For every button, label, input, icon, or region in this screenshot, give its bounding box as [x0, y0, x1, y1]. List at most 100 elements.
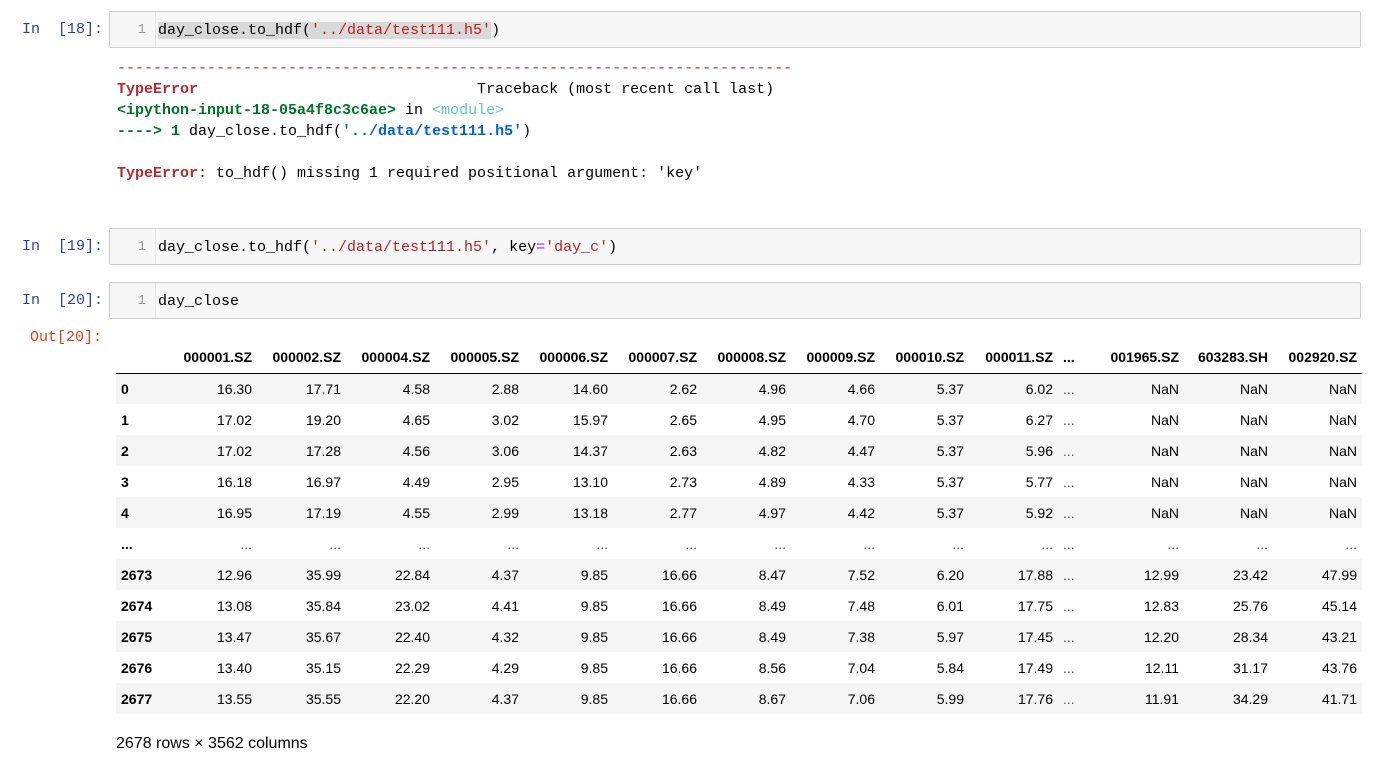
table-cell: ...: [1063, 504, 1075, 521]
table-cell: 34.29: [1232, 690, 1268, 707]
column-header: 000008.SZ: [702, 342, 791, 374]
table-row: 2673 12.96 35.99 22.84 4.37 9.85 16.66 8.47 7.52…: [116, 559, 1362, 590]
column-header: ...: [1058, 342, 1095, 374]
table-cell: 12.96: [216, 566, 252, 583]
code-line[interactable]: day_close.to_hdf('../data/test111.h5'): [158, 12, 500, 47]
table-row: 3 16.18 16.97 4.49 2.95 13.10 2.73 4.89 4.33 5.37…: [116, 466, 1362, 497]
table-cell: NaN: [1239, 411, 1268, 428]
table-cell: 23.42: [1232, 566, 1268, 583]
table-cell: ...: [596, 535, 608, 552]
code-string: '../data/test111.h5': [311, 22, 492, 39]
error-type: TypeError: [117, 81, 199, 98]
table-cell: NaN: [1328, 473, 1357, 490]
table-cell: 9.85: [580, 628, 608, 645]
table-cell: ...: [1063, 659, 1075, 676]
table-cell: NaN: [1239, 473, 1268, 490]
table-cell: 4.70: [847, 411, 875, 428]
table-cell: 47.99: [1321, 566, 1357, 583]
error-traceback: ----------------------------------------…: [117, 58, 792, 184]
table-cell: 22.40: [394, 628, 430, 645]
table-cell: 16.66: [661, 566, 697, 583]
traceback-arrow: ----> 1: [117, 123, 190, 140]
table-cell: 2.65: [669, 411, 697, 428]
column-header: 001965.SZ: [1095, 342, 1184, 374]
input-prompt-20: In [20]:: [22, 292, 104, 309]
table-cell: 4.32: [491, 628, 519, 645]
table-cell: ...: [1063, 628, 1075, 645]
table-cell: 13.10: [572, 473, 608, 490]
traceback-module: <module>: [432, 102, 505, 119]
table-cell: ...: [1063, 597, 1075, 614]
table-cell: 13.55: [216, 690, 252, 707]
table-cell: 13.08: [216, 597, 252, 614]
table-cell: 12.99: [1143, 566, 1179, 583]
table-cell: ...: [774, 535, 786, 552]
index-header: [116, 342, 168, 374]
code-string: 'day_c': [545, 239, 609, 256]
table-cell: 9.85: [580, 597, 608, 614]
error-message: : to_hdf() missing 1 required positional…: [198, 165, 703, 182]
table-cell: 41.71: [1321, 690, 1357, 707]
table-cell: 5.37: [936, 380, 964, 397]
row-index: 0: [121, 380, 129, 397]
row-index: 3: [121, 473, 129, 490]
gutter-divider: [155, 229, 156, 264]
table-cell: 4.65: [402, 411, 430, 428]
table-cell: 4.42: [847, 504, 875, 521]
traceback-input-ref: <ipython-input-18-05a4f8c3c6ae>: [117, 102, 397, 119]
gutter-divider: [155, 12, 156, 47]
table-cell: 4.66: [847, 380, 875, 397]
table-cell: 31.17: [1232, 659, 1268, 676]
input-prompt-18: In [18]:: [22, 21, 104, 38]
table-cell: 6.01: [936, 597, 964, 614]
code-token: day_close.to_hdf(: [158, 239, 312, 256]
table-cell: ...: [1041, 535, 1053, 552]
table-cell: ...: [952, 535, 964, 552]
code-cell-19[interactable]: 1 day_close.to_hdf('../data/test111.h5',…: [109, 228, 1361, 265]
table-cell: 6.27: [1025, 411, 1053, 428]
table-cell: 17.88: [1017, 566, 1053, 583]
table-cell: 16.18: [216, 473, 252, 490]
table-row: 2674 13.08 35.84 23.02 4.41 9.85 16.66 8.49 7.48…: [116, 590, 1362, 621]
code-line[interactable]: day_close: [158, 283, 239, 318]
traceback-title: Traceback (most recent call last): [198, 81, 775, 98]
table-cell: NaN: [1239, 442, 1268, 459]
table-cell: 19.20: [305, 411, 341, 428]
code-token: , key: [491, 239, 537, 256]
table-cell: 12.83: [1143, 597, 1179, 614]
table-row: 1 17.02 19.20 4.65 3.02 15.97 2.65 4.95 4.70 5.37…: [116, 404, 1362, 435]
code-cell-18[interactable]: 1 day_close.to_hdf('../data/test111.h5'): [109, 11, 1361, 48]
table-cell: ...: [863, 535, 875, 552]
row-index: 2676: [121, 659, 153, 676]
table-cell: 8.67: [758, 690, 786, 707]
table-cell: 5.37: [936, 411, 964, 428]
table-cell: ...: [1063, 473, 1075, 490]
traceback-code-close: ): [522, 123, 532, 140]
table-cell: 6.20: [936, 566, 964, 583]
line-number: 1: [137, 22, 146, 38]
table-cell: 7.52: [847, 566, 875, 583]
table-cell: 35.99: [305, 566, 341, 583]
table-cell: 4.49: [402, 473, 430, 490]
row-index: 4: [121, 504, 129, 521]
table-cell: NaN: [1150, 411, 1179, 428]
table-cell: 45.14: [1321, 597, 1357, 614]
table-cell: 16.66: [661, 597, 697, 614]
row-index: ...: [121, 535, 133, 552]
table-cell: NaN: [1150, 504, 1179, 521]
table-cell: 4.37: [491, 690, 519, 707]
table-cell: 5.99: [936, 690, 964, 707]
table-header-row: 000001.SZ 000002.SZ 000004.SZ 000005.SZ 0000…: [116, 342, 1362, 374]
code-line[interactable]: day_close.to_hdf('../data/test111.h5', k…: [158, 229, 617, 264]
table-cell: 5.77: [1025, 473, 1053, 490]
row-index: 1: [121, 411, 129, 428]
table-cell: 4.33: [847, 473, 875, 490]
table-cell: 17.28: [305, 442, 341, 459]
table-row: 4 16.95 17.19 4.55 2.99 13.18 2.77 4.97 4.42 5.37…: [116, 497, 1362, 528]
table-cell: 5.84: [936, 659, 964, 676]
table-row: 2676 13.40 35.15 22.29 4.29 9.85 16.66 8.56 7.04…: [116, 652, 1362, 683]
table-cell: NaN: [1328, 380, 1357, 397]
table-cell: 5.37: [936, 473, 964, 490]
code-cell-20[interactable]: 1 day_close: [109, 282, 1361, 319]
table-cell: ...: [1256, 535, 1268, 552]
